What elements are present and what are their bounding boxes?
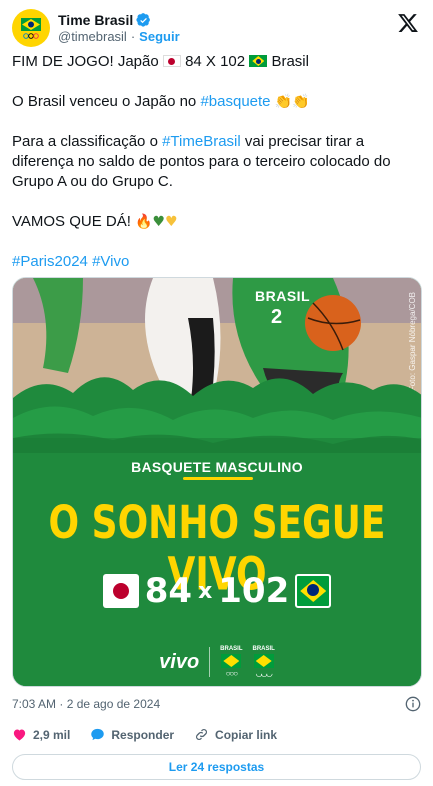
text-score: 84 X 102 bbox=[185, 53, 246, 70]
japan-flag-icon bbox=[102, 574, 139, 608]
brasil-badge-2: BRASIL ◡◡◡ bbox=[253, 646, 275, 678]
user-info: Time Brasil @timebrasil · Seguir bbox=[58, 12, 180, 44]
clapping-hands-icon: 👏👏 bbox=[274, 94, 310, 110]
verified-badge-icon bbox=[136, 12, 151, 27]
separator-dot: · bbox=[130, 28, 136, 44]
category-label: BASQUETE MASCULINO bbox=[131, 459, 303, 475]
media-image[interactable]: BRASIL 2 Foto: Gaspar Nóbrega/COB BASQUE… bbox=[12, 277, 422, 687]
score-japan: 84 bbox=[144, 571, 193, 611]
category-underline bbox=[183, 477, 253, 480]
action-bar: 2,9 mil Responder Copiar link bbox=[12, 727, 421, 742]
sponsor-row: vivo BRASIL ○○○ BRASIL ◡◡◡ bbox=[13, 646, 421, 678]
text-segment: FIM DE JOGO! Japão bbox=[12, 53, 159, 70]
brasil-badge-1: BRASIL ○○○ bbox=[220, 646, 242, 678]
yellow-heart-icon: ♥ bbox=[165, 214, 178, 230]
like-count: 2,9 mil bbox=[33, 727, 71, 742]
text-segment: VAMOS QUE DÁ! bbox=[12, 213, 131, 230]
tweet-card: Time Brasil @timebrasil · Seguir FIM DE … bbox=[0, 0, 433, 786]
divider bbox=[209, 647, 211, 677]
x-logo-icon[interactable] bbox=[397, 12, 419, 34]
text-line-4: VAMOS QUE DÁ! 🔥♥♥ bbox=[12, 212, 421, 232]
hashtag-link[interactable]: #basquete bbox=[200, 93, 270, 110]
link-icon bbox=[196, 729, 208, 740]
badge-label: BRASIL bbox=[252, 646, 275, 652]
brazil-flag-icon bbox=[253, 654, 274, 668]
brazil-flag-icon bbox=[221, 654, 242, 668]
read-replies-button[interactable]: Ler 24 respostas bbox=[12, 754, 421, 780]
reply-icon bbox=[91, 728, 105, 741]
copy-link-label: Copiar link bbox=[215, 727, 278, 742]
text-line-5: #Paris2024 #Vivo bbox=[12, 252, 421, 272]
timestamp[interactable]: 7:03 AM · 2 de ago de 2024 bbox=[12, 697, 160, 711]
like-button[interactable]: 2,9 mil bbox=[12, 727, 70, 742]
author-handle[interactable]: @timebrasil bbox=[58, 29, 127, 45]
author-name[interactable]: Time Brasil bbox=[58, 12, 133, 29]
heart-icon bbox=[13, 729, 26, 741]
score-brazil: 102 bbox=[218, 571, 290, 611]
brazil-flag-icon bbox=[249, 55, 268, 67]
text-line-1: FIM DE JOGO! Japão 84 X 102 Brasil bbox=[12, 52, 421, 72]
avatar[interactable] bbox=[12, 9, 50, 47]
hashtag-link[interactable]: #Paris2024 bbox=[12, 253, 88, 270]
copy-link-button[interactable]: Copiar link bbox=[194, 727, 277, 742]
paralympic-icon: ◡◡◡ bbox=[255, 669, 273, 678]
hashtag-link[interactable]: #TimeBrasil bbox=[162, 133, 241, 150]
text-segment: Para a classificação o bbox=[12, 133, 158, 150]
brazil-flag-icon bbox=[295, 574, 332, 608]
reply-label: Responder bbox=[111, 727, 175, 742]
fire-icon: 🔥 bbox=[135, 214, 153, 230]
hashtag-link[interactable]: #Vivo bbox=[92, 253, 129, 270]
score-separator: x bbox=[198, 578, 213, 604]
reply-button[interactable]: Responder bbox=[90, 727, 174, 742]
japan-flag-icon bbox=[162, 55, 181, 67]
text-line-3: Para a classificação o #TimeBrasil vai p… bbox=[12, 132, 421, 192]
green-heart-icon: ♥ bbox=[152, 214, 166, 230]
sponsor-logo: vivo bbox=[159, 650, 200, 673]
meta-row: 7:03 AM · 2 de ago de 2024 bbox=[12, 696, 421, 712]
text-segment: O Brasil venceu o Japão no bbox=[12, 93, 197, 110]
green-brush-background bbox=[13, 377, 421, 686]
text-segment: Brasil bbox=[271, 53, 309, 70]
tweet-text: FIM DE JOGO! Japão 84 X 102 Brasil O Bra… bbox=[12, 52, 421, 272]
olympic-rings-icon: ○○○ bbox=[225, 669, 238, 678]
info-icon[interactable] bbox=[405, 696, 421, 712]
text-line-2: O Brasil venceu o Japão no #basquete 👏👏 bbox=[12, 92, 421, 112]
team-logo-icon bbox=[21, 18, 41, 39]
follow-button[interactable]: Seguir bbox=[139, 29, 179, 45]
tweet-header: Time Brasil @timebrasil · Seguir bbox=[12, 8, 421, 48]
score-row: 84 x 102 bbox=[13, 571, 421, 611]
badge-label: BRASIL bbox=[220, 646, 243, 652]
